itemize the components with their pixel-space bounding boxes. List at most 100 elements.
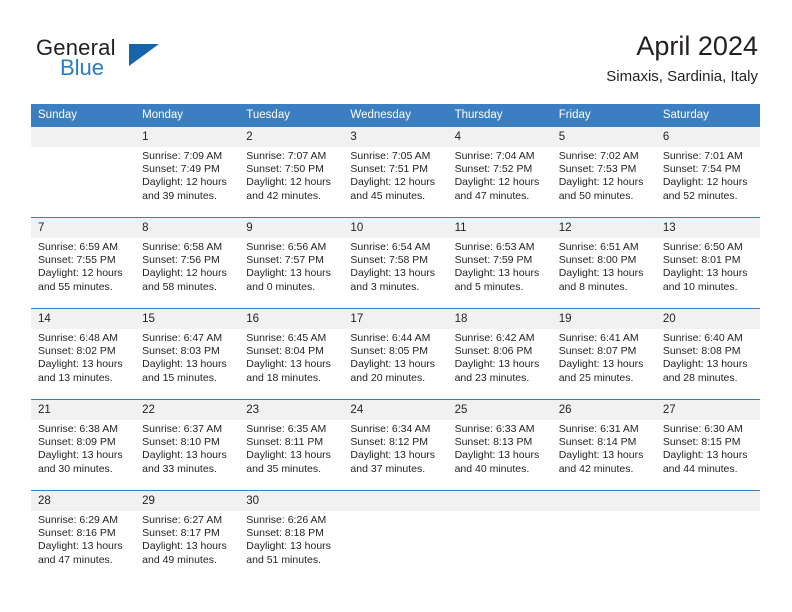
- sunrise-text: Sunrise: 6:35 AM: [246, 423, 327, 435]
- day-cell[interactable]: 21 Sunrise: 6:38 AM Sunset: 8:09 PM Dayl…: [31, 399, 136, 491]
- day-details: Sunrise: 6:47 AM Sunset: 8:03 PM Dayligh…: [135, 329, 239, 385]
- day-details: Sunrise: 6:58 AM Sunset: 7:56 PM Dayligh…: [135, 238, 239, 294]
- sunset-text: Sunset: 7:59 PM: [454, 254, 533, 267]
- calendar-week-row: 7 Sunrise: 6:59 AM Sunset: 7:55 PM Dayli…: [31, 217, 760, 309]
- day-details: Sunrise: 6:45 AM Sunset: 8:04 PM Dayligh…: [239, 329, 343, 385]
- day-cell[interactable]: 13 Sunrise: 6:50 AM Sunset: 8:01 PM Dayl…: [655, 217, 760, 309]
- daylight-text-line2: and 10 minutes.: [662, 280, 738, 293]
- sunrise-text: Sunrise: 6:27 AM: [142, 514, 223, 526]
- sunrise-text: Sunrise: 7:01 AM: [662, 150, 743, 162]
- day-number: 14: [31, 309, 136, 329]
- daylight-text-line1: Daylight: 13 hours: [350, 358, 436, 371]
- day-details: Sunrise: 6:31 AM Sunset: 8:14 PM Dayligh…: [552, 420, 656, 476]
- sunrise-text: Sunrise: 6:50 AM: [662, 241, 743, 253]
- day-number: 28: [31, 491, 136, 511]
- daylight-text-line2: and 44 minutes.: [662, 462, 738, 475]
- daylight-text-line1: Daylight: 12 hours: [454, 176, 540, 189]
- day-cell[interactable]: 2 Sunrise: 7:07 AM Sunset: 7:50 PM Dayli…: [239, 127, 344, 218]
- calendar-page: General Blue April 2024 Simaxis, Sardini…: [0, 0, 792, 612]
- day-cell[interactable]: 25 Sunrise: 6:33 AM Sunset: 8:13 PM Dayl…: [447, 399, 552, 491]
- day-cell[interactable]: 22 Sunrise: 6:37 AM Sunset: 8:10 PM Dayl…: [135, 399, 240, 491]
- day-cell[interactable]: 11 Sunrise: 6:53 AM Sunset: 7:59 PM Dayl…: [447, 217, 552, 309]
- daylight-text-line1: Daylight: 12 hours: [558, 176, 644, 189]
- daylight-text-line2: and 0 minutes.: [246, 280, 316, 293]
- sunset-text: Sunset: 7:52 PM: [454, 163, 533, 176]
- day-number: 16: [239, 309, 344, 329]
- day-number: 12: [551, 218, 656, 238]
- day-cell[interactable]: 1 Sunrise: 7:09 AM Sunset: 7:49 PM Dayli…: [135, 127, 240, 218]
- daylight-text-line1: Daylight: 12 hours: [142, 176, 227, 189]
- day-cell[interactable]: 7 Sunrise: 6:59 AM Sunset: 7:55 PM Dayli…: [31, 217, 136, 309]
- weekday-header-sunday: Sunday: [31, 104, 136, 127]
- day-number: 15: [135, 309, 240, 329]
- day-details: [656, 511, 760, 514]
- daylight-text-line2: and 42 minutes.: [558, 462, 634, 475]
- sunset-text: Sunset: 8:17 PM: [142, 527, 220, 540]
- day-cell[interactable]: 30 Sunrise: 6:26 AM Sunset: 8:18 PM Dayl…: [239, 490, 344, 581]
- daylight-text-line2: and 15 minutes.: [142, 371, 217, 384]
- day-number: [447, 491, 552, 511]
- sunrise-text: Sunrise: 6:41 AM: [558, 332, 639, 344]
- daylight-text-line2: and 18 minutes.: [246, 371, 321, 384]
- day-number: 17: [343, 309, 448, 329]
- daylight-text-line1: Daylight: 13 hours: [454, 449, 540, 462]
- day-cell[interactable]: 23 Sunrise: 6:35 AM Sunset: 8:11 PM Dayl…: [239, 399, 344, 491]
- day-cell[interactable]: 29 Sunrise: 6:27 AM Sunset: 8:17 PM Dayl…: [135, 490, 240, 581]
- day-cell[interactable]: 9 Sunrise: 6:56 AM Sunset: 7:57 PM Dayli…: [239, 217, 344, 309]
- sunrise-text: Sunrise: 6:38 AM: [38, 423, 118, 435]
- sunset-text: Sunset: 7:53 PM: [558, 163, 637, 176]
- day-details: [31, 147, 135, 150]
- day-number: 20: [655, 309, 760, 329]
- daylight-text-line2: and 5 minutes.: [454, 280, 524, 293]
- day-details: Sunrise: 6:40 AM Sunset: 8:08 PM Dayligh…: [656, 329, 760, 385]
- day-details: Sunrise: 6:54 AM Sunset: 7:58 PM Dayligh…: [343, 238, 447, 294]
- sunset-text: Sunset: 8:05 PM: [350, 345, 429, 358]
- day-cell[interactable]: 28 Sunrise: 6:29 AM Sunset: 8:16 PM Dayl…: [31, 490, 136, 581]
- sunset-text: Sunset: 8:04 PM: [246, 345, 324, 358]
- day-cell[interactable]: 17 Sunrise: 6:44 AM Sunset: 8:05 PM Dayl…: [343, 308, 448, 400]
- day-cell[interactable]: 27 Sunrise: 6:30 AM Sunset: 8:15 PM Dayl…: [655, 399, 760, 491]
- day-cell[interactable]: 18 Sunrise: 6:42 AM Sunset: 8:06 PM Dayl…: [447, 308, 552, 400]
- page-title: April 2024: [636, 31, 758, 61]
- day-details: [343, 511, 447, 514]
- sunset-text: Sunset: 7:51 PM: [350, 163, 429, 176]
- sunrise-text: Sunrise: 6:58 AM: [142, 241, 223, 253]
- day-cell[interactable]: 20 Sunrise: 6:40 AM Sunset: 8:08 PM Dayl…: [655, 308, 760, 400]
- day-cell[interactable]: [31, 127, 136, 218]
- daylight-text-line1: Daylight: 13 hours: [350, 449, 436, 462]
- day-details: Sunrise: 6:44 AM Sunset: 8:05 PM Dayligh…: [343, 329, 447, 385]
- logo-text-blue: Blue: [60, 55, 105, 80]
- sunrise-text: Sunrise: 6:37 AM: [142, 423, 223, 435]
- day-cell[interactable]: 16 Sunrise: 6:45 AM Sunset: 8:04 PM Dayl…: [239, 308, 344, 400]
- day-cell[interactable]: 19 Sunrise: 6:41 AM Sunset: 8:07 PM Dayl…: [551, 308, 656, 400]
- sunset-text: Sunset: 7:57 PM: [246, 254, 324, 267]
- day-number: 5: [551, 127, 656, 147]
- sunrise-text: Sunrise: 6:40 AM: [662, 332, 743, 344]
- weekday-header-thursday: Thursday: [447, 104, 552, 127]
- day-cell[interactable]: 4 Sunrise: 7:04 AM Sunset: 7:52 PM Dayli…: [447, 127, 552, 218]
- sunset-text: Sunset: 8:15 PM: [662, 436, 741, 449]
- day-cell[interactable]: 12 Sunrise: 6:51 AM Sunset: 8:00 PM Dayl…: [551, 217, 656, 309]
- day-cell[interactable]: 15 Sunrise: 6:47 AM Sunset: 8:03 PM Dayl…: [135, 308, 240, 400]
- daylight-text-line1: Daylight: 13 hours: [558, 358, 644, 371]
- sunset-text: Sunset: 8:13 PM: [454, 436, 533, 449]
- day-cell[interactable]: 24 Sunrise: 6:34 AM Sunset: 8:12 PM Dayl…: [343, 399, 448, 491]
- logo-triangle-icon: [129, 44, 159, 66]
- daylight-text-line1: Daylight: 13 hours: [246, 449, 331, 462]
- day-cell[interactable]: 26 Sunrise: 6:31 AM Sunset: 8:14 PM Dayl…: [551, 399, 656, 491]
- day-cell[interactable]: 6 Sunrise: 7:01 AM Sunset: 7:54 PM Dayli…: [655, 127, 760, 218]
- sunrise-text: Sunrise: 6:34 AM: [350, 423, 431, 435]
- day-cell[interactable]: 10 Sunrise: 6:54 AM Sunset: 7:58 PM Dayl…: [343, 217, 448, 309]
- daylight-text-line2: and 51 minutes.: [246, 553, 321, 566]
- day-details: Sunrise: 7:04 AM Sunset: 7:52 PM Dayligh…: [448, 147, 552, 203]
- day-cell[interactable]: 8 Sunrise: 6:58 AM Sunset: 7:56 PM Dayli…: [135, 217, 240, 309]
- day-number: 25: [447, 400, 552, 420]
- daylight-text-line1: Daylight: 13 hours: [246, 358, 331, 371]
- day-cell[interactable]: 5 Sunrise: 7:02 AM Sunset: 7:53 PM Dayli…: [551, 127, 656, 218]
- sunrise-text: Sunrise: 7:04 AM: [454, 150, 535, 162]
- day-cell[interactable]: 14 Sunrise: 6:48 AM Sunset: 8:02 PM Dayl…: [31, 308, 136, 400]
- sunset-text: Sunset: 8:00 PM: [558, 254, 637, 267]
- daylight-text-line1: Daylight: 13 hours: [558, 267, 644, 280]
- daylight-text-line2: and 35 minutes.: [246, 462, 321, 475]
- day-cell[interactable]: 3 Sunrise: 7:05 AM Sunset: 7:51 PM Dayli…: [343, 127, 448, 218]
